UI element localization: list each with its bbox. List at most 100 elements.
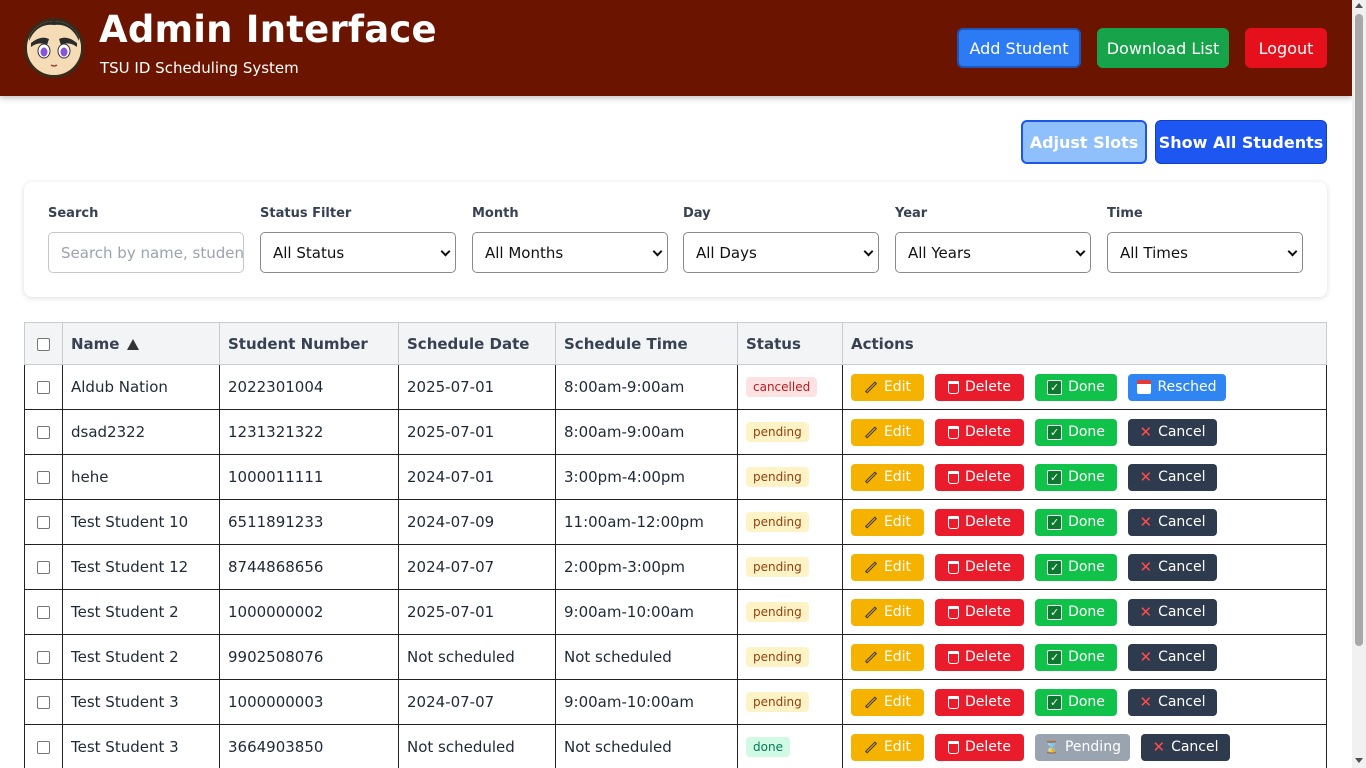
adjust-slots-button[interactable]: Adjust Slots xyxy=(1021,120,1147,164)
mark-done-button[interactable]: ✓ Done xyxy=(1035,643,1117,671)
edit-button[interactable]: Edit xyxy=(851,688,924,716)
day-filter: Day All Days xyxy=(683,206,879,273)
month-filter-select[interactable]: All Months xyxy=(472,232,668,273)
scroll-up-icon[interactable] xyxy=(1355,3,1363,8)
actions-cell: Edit Delete ⌛ Pending ✕ Cancel xyxy=(842,724,1327,768)
mark-done-button[interactable]: ✓ Done xyxy=(1035,463,1117,491)
edit-button[interactable]: Edit xyxy=(851,598,924,626)
edit-button[interactable]: Edit xyxy=(851,643,924,671)
row-checkbox[interactable] xyxy=(37,561,50,574)
close-icon: ✕ xyxy=(1139,692,1153,711)
cancel-appointment-button[interactable]: ✕ Cancel xyxy=(1128,463,1217,491)
mark-done-button[interactable]: ✓ Done xyxy=(1035,418,1117,446)
cancel-appointment-button[interactable]: ✕ Cancel xyxy=(1128,688,1217,716)
row-checkbox[interactable] xyxy=(37,516,50,529)
search-input[interactable]: Search by name, student number xyxy=(48,232,244,273)
student-number: 9902508076 xyxy=(219,634,399,680)
time-filter-select[interactable]: All Times xyxy=(1107,232,1303,273)
cancel-appointment-button[interactable]: ✕ Cancel xyxy=(1128,418,1217,446)
row-select-cell xyxy=(24,724,63,768)
mark-done-button[interactable]: ✓ Done xyxy=(1035,688,1117,716)
delete-button[interactable]: Delete xyxy=(935,418,1024,446)
student-number: 1231321322 xyxy=(219,409,399,455)
day-filter-label: Day xyxy=(683,206,711,221)
day-filter-value: All Days xyxy=(696,243,757,262)
column-header-name[interactable]: Name xyxy=(62,322,220,365)
schedule-date: 2025-07-01 xyxy=(398,364,556,410)
page-scrollbar[interactable] xyxy=(1352,0,1366,768)
mark-done-button[interactable]: ✓ Done xyxy=(1035,553,1117,581)
row-checkbox[interactable] xyxy=(37,471,50,484)
status-badge: pending xyxy=(746,467,809,487)
row-checkbox[interactable] xyxy=(37,696,50,709)
edit-button[interactable]: Edit xyxy=(851,463,924,491)
cancel-appointment-button[interactable]: ✕ Cancel xyxy=(1128,643,1217,671)
delete-button[interactable]: Delete xyxy=(935,373,1024,401)
show-all-students-button[interactable]: Show All Students xyxy=(1155,120,1327,164)
chevron-down-icon xyxy=(440,246,451,257)
day-filter-select[interactable]: All Days xyxy=(683,232,879,273)
status-cell: pending xyxy=(737,409,843,455)
close-icon: ✕ xyxy=(1139,467,1153,486)
row-actions: Edit Delete ✓ Done ✕ Cancel xyxy=(851,463,1318,491)
mark-pending-button[interactable]: ⌛ Pending xyxy=(1035,733,1130,761)
status-badge: pending xyxy=(746,602,809,622)
row-checkbox[interactable] xyxy=(37,381,50,394)
mark-done-button[interactable]: ✓ Done xyxy=(1035,373,1117,401)
schedule-time: 11:00am-12:00pm xyxy=(555,499,738,545)
cancel-appointment-button[interactable]: ✕ Cancel xyxy=(1128,508,1217,536)
trash-icon xyxy=(948,425,959,439)
reschedule-button[interactable]: Resched xyxy=(1128,373,1226,401)
delete-button[interactable]: Delete xyxy=(935,598,1024,626)
delete-button[interactable]: Delete xyxy=(935,553,1024,581)
actions-cell: Edit Delete ✓ Done ✕ Cancel xyxy=(842,589,1327,635)
row-actions: Edit Delete ✓ Done ✕ Cancel xyxy=(851,418,1318,446)
delete-button[interactable]: Delete xyxy=(935,463,1024,491)
delete-button[interactable]: Delete xyxy=(935,643,1024,671)
trash-icon xyxy=(948,470,959,484)
edit-button[interactable]: Edit xyxy=(851,553,924,581)
add-student-button[interactable]: Add Student xyxy=(957,28,1081,68)
calendar-icon xyxy=(1137,380,1152,394)
row-checkbox[interactable] xyxy=(37,651,50,664)
mark-done-button[interactable]: ✓ Done xyxy=(1035,598,1117,626)
month-filter: Month All Months xyxy=(472,206,668,273)
logout-button[interactable]: Logout xyxy=(1245,28,1327,68)
delete-button[interactable]: Delete xyxy=(935,508,1024,536)
select-all-cell xyxy=(24,322,63,365)
table-body: Aldub Nation 2022301004 2025-07-01 8:00am-9… xyxy=(24,364,1327,768)
cancel-appointment-button[interactable]: ✕ Cancel xyxy=(1128,598,1217,626)
column-header-status: Status xyxy=(737,322,843,365)
sort-ascending-icon[interactable] xyxy=(127,338,140,350)
delete-button[interactable]: Delete xyxy=(935,688,1024,716)
select-all-checkbox[interactable] xyxy=(37,337,50,351)
schedule-date: Not scheduled xyxy=(398,724,556,768)
scroll-down-icon[interactable] xyxy=(1355,758,1363,763)
schedule-date: 2024-07-07 xyxy=(398,544,556,590)
row-checkbox[interactable] xyxy=(37,426,50,439)
mark-done-button[interactable]: ✓ Done xyxy=(1035,508,1117,536)
delete-button[interactable]: Delete xyxy=(935,733,1024,761)
student-name: Test Student 12 xyxy=(62,544,220,590)
edit-button[interactable]: Edit xyxy=(851,418,924,446)
year-filter-select[interactable]: All Years xyxy=(895,232,1091,273)
check-icon: ✓ xyxy=(1047,424,1063,440)
cancel-appointment-button[interactable]: ✕ Cancel xyxy=(1128,553,1217,581)
pencil-icon xyxy=(864,650,877,664)
status-filter-select[interactable]: All Status xyxy=(260,232,456,273)
row-checkbox[interactable] xyxy=(37,606,50,619)
download-list-button[interactable]: Download List xyxy=(1097,28,1229,68)
edit-button[interactable]: Edit xyxy=(851,508,924,536)
trash-icon xyxy=(948,695,959,709)
student-name: Test Student 3 xyxy=(62,724,220,768)
edit-button[interactable]: Edit xyxy=(851,373,924,401)
cancel-appointment-button[interactable]: ✕ Cancel xyxy=(1141,733,1230,761)
row-checkbox[interactable] xyxy=(37,741,50,754)
row-select-cell xyxy=(24,634,63,680)
scroll-thumb[interactable] xyxy=(1355,14,1363,646)
edit-button[interactable]: Edit xyxy=(851,733,924,761)
status-cell: done xyxy=(737,724,843,768)
filter-panel: Search Search by name, student number St… xyxy=(24,182,1327,297)
table-row: hehe 1000011111 2024-07-01 3:00pm-4:00pm pen… xyxy=(24,454,1327,500)
check-icon: ✓ xyxy=(1047,694,1063,710)
